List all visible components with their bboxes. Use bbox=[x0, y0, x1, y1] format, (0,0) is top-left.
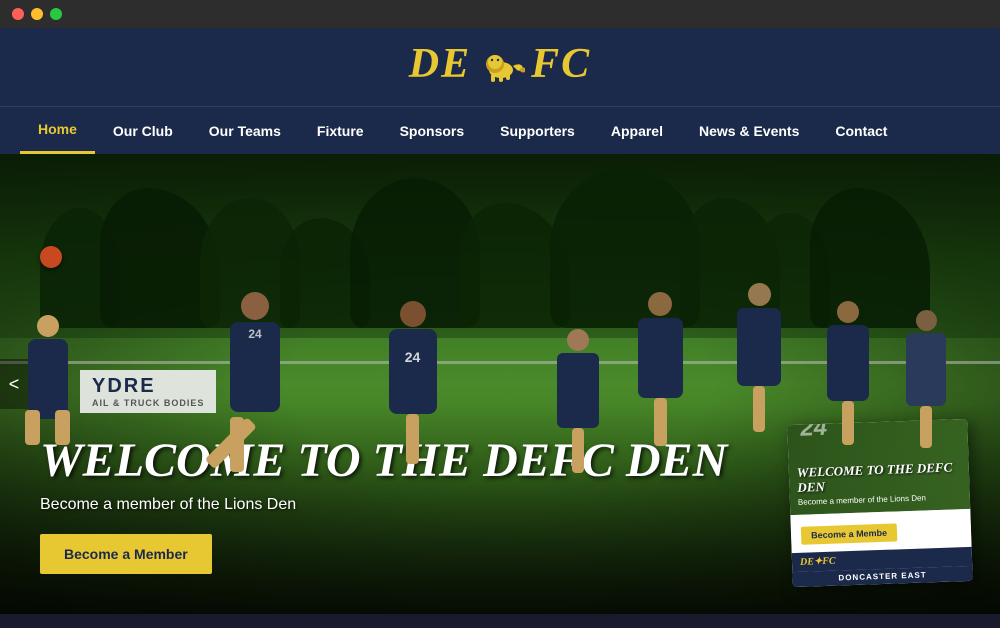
nav-item-our-teams[interactable]: Our Teams bbox=[191, 109, 299, 153]
sponsor-sign: YDRE AIL & TRUCK BODIES bbox=[80, 370, 216, 413]
player-bg-3 bbox=[730, 283, 788, 438]
player-kicker: 24 bbox=[220, 292, 290, 472]
nav-item-contact[interactable]: Contact bbox=[817, 109, 905, 153]
logo-text-right: FC bbox=[531, 40, 591, 88]
nav-link-fixture[interactable]: Fixture bbox=[299, 109, 382, 153]
player-bg-2 bbox=[630, 292, 690, 452]
nav-item-fixture[interactable]: Fixture bbox=[299, 109, 382, 153]
sponsor-main-text: YDRE bbox=[92, 375, 156, 397]
logo-text-left: DE bbox=[409, 40, 471, 88]
lion-icon bbox=[477, 44, 525, 84]
nav-link-our-club[interactable]: Our Club bbox=[95, 109, 191, 153]
nav-link-supporters[interactable]: Supporters bbox=[482, 109, 593, 153]
nav-item-supporters[interactable]: Supporters bbox=[482, 109, 593, 153]
maximize-button[interactable] bbox=[50, 8, 62, 20]
nav-item-home[interactable]: Home bbox=[20, 107, 95, 154]
minimize-button[interactable] bbox=[31, 8, 43, 20]
card-logo-text: DE✦FC bbox=[800, 556, 836, 568]
nav-link-news-events[interactable]: News & Events bbox=[681, 109, 817, 153]
close-button[interactable] bbox=[12, 8, 24, 20]
nav-link-apparel[interactable]: Apparel bbox=[593, 109, 681, 153]
main-nav: Home Our Club Our Teams Fixture Sponsors… bbox=[0, 106, 1000, 154]
nav-link-our-teams[interactable]: Our Teams bbox=[191, 109, 299, 153]
sponsor-sub-text: AIL & TRUCK BODIES bbox=[92, 398, 204, 408]
nav-item-apparel[interactable]: Apparel bbox=[593, 109, 681, 153]
site-header: DE FC bbox=[0, 28, 1000, 106]
nav-link-sponsors[interactable]: Sponsors bbox=[382, 109, 483, 153]
football bbox=[40, 246, 62, 268]
nav-link-contact[interactable]: Contact bbox=[817, 109, 905, 153]
become-member-button[interactable]: Become a Member bbox=[40, 534, 212, 574]
player-1 bbox=[20, 315, 75, 445]
logo-area: DE FC bbox=[0, 40, 1000, 88]
chevron-left-icon: < bbox=[9, 374, 20, 395]
player-bg-4 bbox=[820, 301, 875, 451]
player-bg-1 bbox=[550, 329, 605, 479]
hero-nav-prev[interactable]: < bbox=[0, 359, 28, 409]
window-chrome bbox=[0, 0, 1000, 28]
nav-item-our-club[interactable]: Our Club bbox=[95, 109, 191, 153]
nav-link-home[interactable]: Home bbox=[20, 107, 95, 154]
hero-section: YDRE AIL & TRUCK BODIES 24 bbox=[0, 154, 1000, 614]
card-preview-body: Become a Membe bbox=[790, 509, 971, 553]
player-center-1: 24 bbox=[380, 301, 445, 471]
nav-item-news-events[interactable]: News & Events bbox=[681, 109, 817, 153]
card-preview-title: WELCOME TO THE DEFC DEN bbox=[797, 459, 962, 496]
nav-item-sponsors[interactable]: Sponsors bbox=[382, 109, 483, 153]
player-bg-5 bbox=[900, 310, 952, 455]
card-preview-button[interactable]: Become a Membe bbox=[801, 523, 898, 544]
